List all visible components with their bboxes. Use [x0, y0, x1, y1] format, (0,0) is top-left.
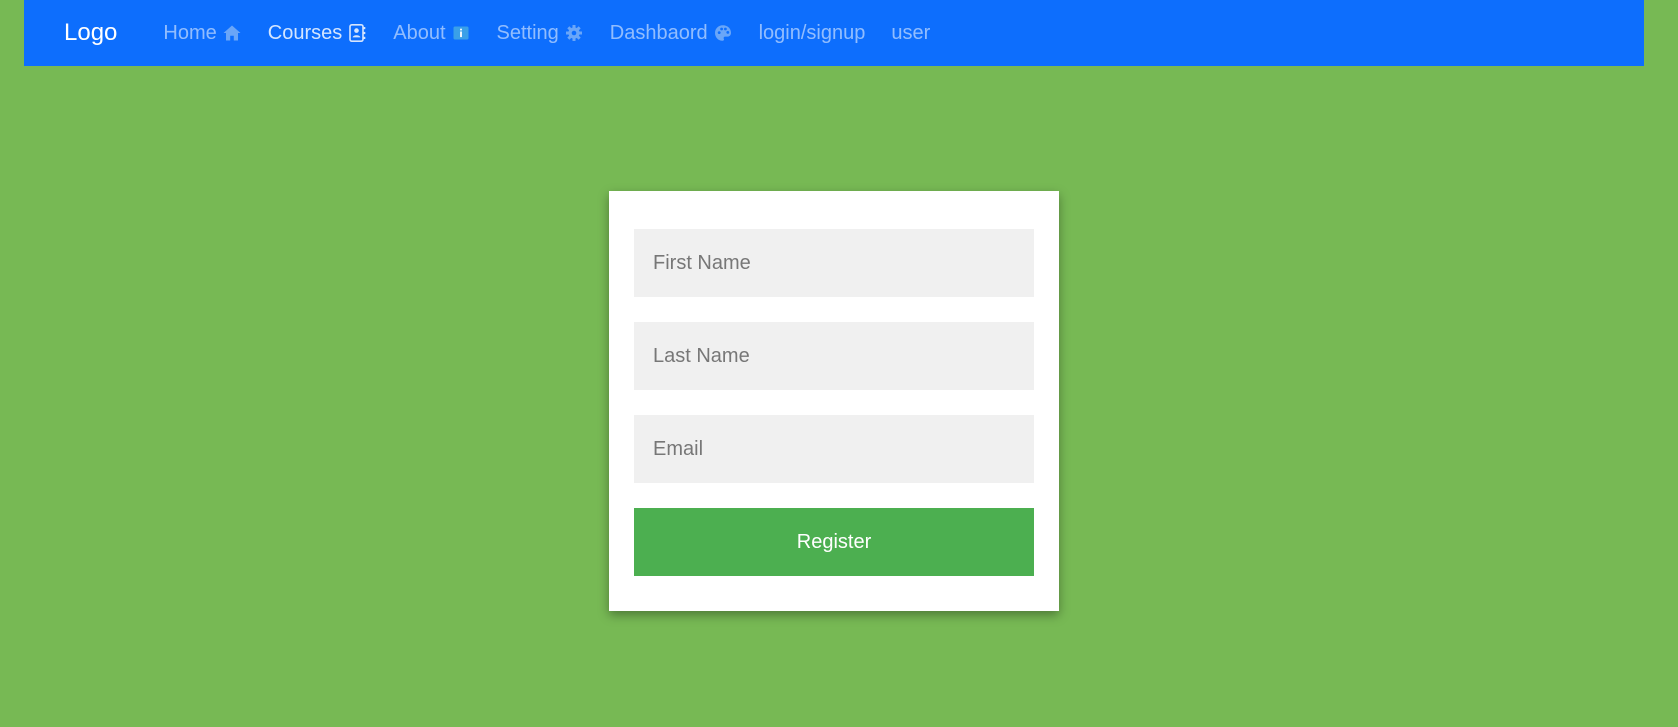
registration-card: Register — [609, 191, 1059, 611]
nav-item-label: user — [891, 22, 931, 44]
home-icon — [222, 23, 242, 43]
brand-logo[interactable]: Logo — [64, 21, 117, 45]
nav-item-label: Dashbaord — [609, 22, 708, 44]
nav-item-dashboard[interactable]: Dashbaord — [610, 23, 733, 43]
register-button[interactable]: Register — [634, 508, 1034, 576]
nav-item-home[interactable]: Home — [163, 23, 241, 43]
nav-item-label: Home — [163, 22, 217, 44]
nav-item-label: Courses — [267, 22, 343, 44]
address-book-icon — [347, 23, 367, 43]
nav-item-label: login/signup — [758, 22, 866, 44]
gear-icon — [564, 23, 584, 43]
nav-list: Home Courses About Setting Dashbaord log… — [163, 23, 956, 43]
top-navbar: Logo Home Courses About Setting Dashbaor… — [24, 0, 1644, 66]
nav-item-label: Setting — [496, 22, 559, 44]
info-icon — [451, 23, 471, 43]
palette-icon — [713, 23, 733, 43]
nav-item-user[interactable]: user — [891, 23, 930, 43]
nav-item-login-signup[interactable]: login/signup — [759, 23, 866, 43]
email-field[interactable] — [634, 415, 1034, 483]
nav-item-courses[interactable]: Courses — [268, 23, 367, 43]
nav-item-setting[interactable]: Setting — [497, 23, 584, 43]
first-name-field[interactable] — [634, 229, 1034, 297]
nav-item-label: About — [393, 22, 446, 44]
nav-item-about[interactable]: About — [393, 23, 470, 43]
last-name-field[interactable] — [634, 322, 1034, 390]
